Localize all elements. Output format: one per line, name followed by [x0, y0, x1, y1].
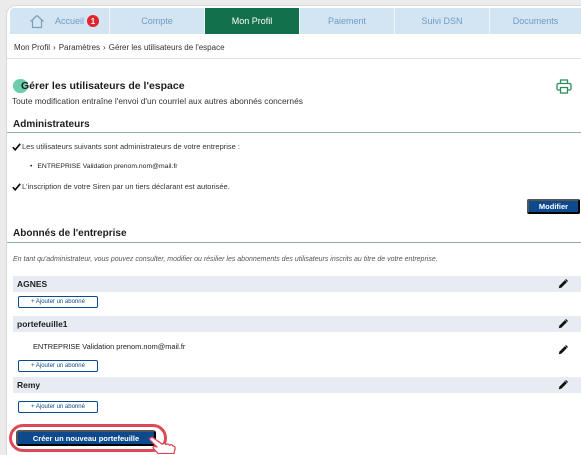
pencil-icon[interactable]: [558, 342, 569, 355]
group-name: Remy: [17, 380, 41, 390]
group-name: portefeuille1: [17, 319, 68, 329]
breadcrumb-separator: ›: [103, 43, 106, 52]
page-subtitle: Toute modification entraîne l'envoi d'un…: [12, 96, 303, 106]
group-name: AGNES: [17, 279, 48, 289]
breadcrumb-current: Gérer les utilisateurs de l'espace: [108, 43, 225, 52]
siren-note: L'inscription de votre Siren par un tier…: [12, 182, 230, 192]
breadcrumb-mon-profil[interactable]: Mon Profil: [14, 43, 50, 52]
tab-compte[interactable]: Compte: [110, 8, 205, 34]
check-icon: [12, 183, 21, 191]
admin-intro-text: Les utilisateurs suivants sont administr…: [22, 142, 241, 151]
main-nav: Accueil 1 Compte Mon Profil Paiement Sui…: [10, 8, 581, 34]
section-heading-administrateurs: Administrateurs: [13, 119, 90, 130]
pencil-icon[interactable]: [558, 379, 569, 390]
group-member: ENTREPRISE Validation prenom.nom@mail.fr: [33, 342, 186, 351]
breadcrumb: Mon Profil › Paramètres › Gérer les utilisat…: [14, 43, 225, 53]
create-portfolio-button[interactable]: Créer un nouveau portefeuille: [16, 430, 156, 446]
section-divider: [7, 132, 581, 133]
admin-user: ENTREPRISE Validation prenom.nom@mail.fr: [30, 162, 177, 172]
breadcrumb-separator: ›: [53, 43, 56, 52]
tab-label: Accueil: [55, 16, 85, 26]
home-icon: [29, 14, 45, 29]
pencil-icon[interactable]: [558, 318, 569, 329]
admin-intro: Les utilisateurs suivants sont administr…: [12, 142, 240, 152]
check-icon: [12, 143, 21, 151]
pencil-icon[interactable]: [558, 278, 569, 289]
notification-badge: 1: [87, 15, 100, 27]
subscribers-note: En tant qu'administrateur, vous pouvez c…: [13, 256, 438, 263]
page-title: Gérer les utilisateurs de l'espace: [21, 80, 185, 92]
group-row-agnes: AGNES: [13, 276, 581, 292]
tab-label: Documents: [512, 16, 559, 26]
tab-paiement[interactable]: Paiement: [300, 8, 395, 34]
tab-label: Compte: [141, 16, 173, 26]
siren-note-text: L'inscription de votre Siren par un tier…: [22, 182, 230, 191]
section-divider: [7, 242, 581, 243]
tab-accueil[interactable]: Accueil 1: [10, 8, 110, 34]
add-subscriber-button[interactable]: + Ajouter un abonné: [18, 296, 98, 308]
tab-label: Suivi DSN: [421, 16, 463, 26]
modify-button[interactable]: Modifier: [527, 199, 580, 214]
add-subscriber-button[interactable]: + Ajouter un abonné: [18, 360, 98, 372]
divider: [7, 58, 581, 59]
group-row-remy: Remy: [13, 377, 581, 393]
tab-mon-profil[interactable]: Mon Profil: [205, 8, 300, 34]
add-subscriber-button[interactable]: + Ajouter un abonné: [18, 401, 98, 413]
tab-label: Paiement: [327, 16, 367, 26]
hand-pointer-icon: [147, 436, 183, 455]
tab-documents[interactable]: Documents: [490, 8, 581, 34]
tab-label: Mon Profil: [231, 16, 273, 26]
tab-suivi-dsn[interactable]: Suivi DSN: [395, 8, 490, 34]
breadcrumb-parametres[interactable]: Paramètres: [59, 43, 100, 52]
printer-icon[interactable]: [556, 79, 572, 94]
section-heading-abonnes: Abonnés de l'entreprise: [13, 228, 127, 239]
admin-user-list: ENTREPRISE Validation prenom.nom@mail.fr: [30, 162, 177, 172]
group-row-portefeuille1: portefeuille1: [13, 316, 581, 332]
